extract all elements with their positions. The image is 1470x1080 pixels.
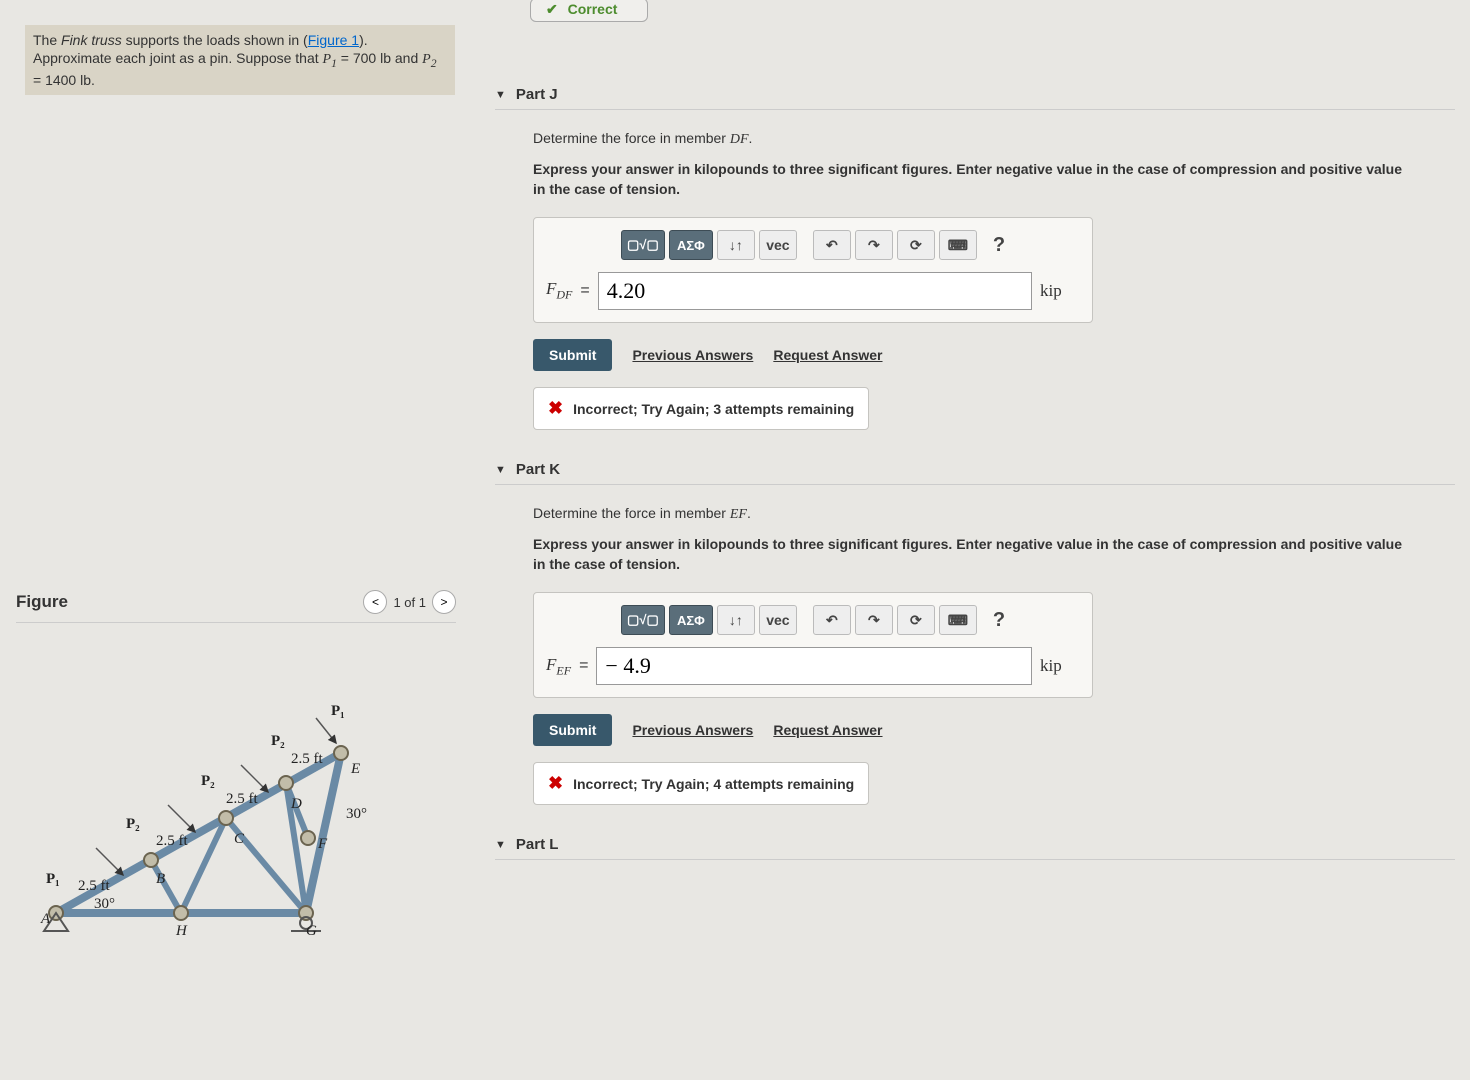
correct-label: Correct (568, 1, 618, 17)
text: The (33, 32, 61, 48)
x-icon: ✖ (548, 398, 563, 419)
undo-button[interactable]: ↶ (813, 230, 851, 260)
greek-button[interactable]: ΑΣΦ (669, 230, 713, 260)
svg-text:D: D (290, 796, 302, 812)
svg-text:2.5 ft: 2.5 ft (156, 833, 188, 849)
svg-text:2.5 ft: 2.5 ft (226, 791, 258, 807)
text: supports the loads shown in ( (122, 32, 308, 48)
svg-text:2.5 ft: 2.5 ft (78, 878, 110, 894)
svg-text:C: C (234, 831, 245, 847)
part-l-header[interactable]: ▼ Part L (495, 830, 1455, 860)
part-k-block: ▼ Part K Determine the force in member E… (495, 455, 1455, 805)
caret-down-icon: ▼ (495, 839, 506, 851)
feedback-box: ✖ Incorrect; Try Again; 3 attempts remai… (533, 387, 869, 430)
figure-panel: Figure < 1 of 1 > (16, 590, 456, 948)
part-k-header[interactable]: ▼ Part K (495, 455, 1455, 485)
request-answer-link[interactable]: Request Answer (773, 722, 882, 738)
math-toolbar: ▢√▢ ΑΣΦ ↓↑ vec ↶ ↷ ⟳ ⌨ ? (546, 605, 1080, 635)
svg-text:P₁: P₁ (46, 871, 60, 887)
equals: = (579, 657, 588, 675)
feedback-text: Incorrect; Try Again; 3 attempts remaini… (573, 401, 854, 417)
answer-input[interactable] (596, 647, 1032, 685)
svg-text:2.5 ft: 2.5 ft (291, 751, 323, 767)
unit-label: kip (1040, 281, 1080, 301)
help-icon[interactable]: ? (993, 609, 1005, 632)
math: P2 (422, 52, 436, 67)
text: = 700 lb and (337, 50, 422, 66)
prompt: Determine the force in member DF. (533, 130, 1450, 148)
svg-text:E: E (350, 761, 360, 777)
undo-button[interactable]: ↶ (813, 605, 851, 635)
correct-status-badge: Correct (530, 0, 648, 22)
part-title: Part K (516, 461, 560, 478)
help-icon[interactable]: ? (993, 234, 1005, 257)
previous-answers-link[interactable]: Previous Answers (632, 722, 753, 738)
svg-text:A: A (40, 911, 51, 927)
pager-label: 1 of 1 (393, 595, 426, 610)
svg-text:B: B (156, 871, 165, 887)
equals: = (580, 282, 589, 300)
submit-button[interactable]: Submit (533, 339, 612, 371)
problem-statement: The Fink truss supports the loads shown … (25, 25, 455, 95)
prompt: Determine the force in member EF. (533, 505, 1450, 523)
truss-diagram: P₁ P₂ P₂ P₂ P₁ 2.5 ft 2.5 ft 2.5 ft 2.5 … (16, 683, 396, 943)
keyboard-button[interactable]: ⌨ (939, 605, 977, 635)
svg-text:P₂: P₂ (126, 816, 140, 832)
caret-down-icon: ▼ (495, 89, 506, 101)
svg-text:P₂: P₂ (271, 733, 285, 749)
redo-button[interactable]: ↷ (855, 605, 893, 635)
answer-widget: ▢√▢ ΑΣΦ ↓↑ vec ↶ ↷ ⟳ ⌨ ? FDF = kip (533, 217, 1093, 323)
unit-label: kip (1040, 656, 1080, 676)
greek-button[interactable]: ΑΣΦ (669, 605, 713, 635)
figure-link[interactable]: Figure 1 (308, 32, 359, 48)
answer-widget: ▢√▢ ΑΣΦ ↓↑ vec ↶ ↷ ⟳ ⌨ ? FEF = kip (533, 592, 1093, 698)
italic-term: Fink truss (61, 32, 122, 48)
svg-text:F: F (317, 836, 328, 852)
subscript-button[interactable]: ↓↑ (717, 605, 755, 635)
next-figure-button[interactable]: > (432, 590, 456, 614)
reset-button[interactable]: ⟳ (897, 605, 935, 635)
reset-button[interactable]: ⟳ (897, 230, 935, 260)
svg-text:P₂: P₂ (201, 773, 215, 789)
submit-button[interactable]: Submit (533, 714, 612, 746)
variable-label: FEF (546, 655, 571, 678)
request-answer-link[interactable]: Request Answer (773, 347, 882, 363)
subscript-button[interactable]: ↓↑ (717, 230, 755, 260)
svg-text:G: G (306, 923, 317, 939)
part-l-block: ▼ Part L (495, 830, 1455, 860)
vec-button[interactable]: vec (759, 230, 797, 260)
x-icon: ✖ (548, 773, 563, 794)
vec-button[interactable]: vec (759, 605, 797, 635)
part-j-block: ▼ Part J Determine the force in member D… (495, 80, 1455, 430)
keyboard-button[interactable]: ⌨ (939, 230, 977, 260)
svg-text:30°: 30° (94, 896, 115, 912)
prev-figure-button[interactable]: < (363, 590, 387, 614)
previous-answers-link[interactable]: Previous Answers (632, 347, 753, 363)
templates-button[interactable]: ▢√▢ (621, 605, 665, 635)
redo-button[interactable]: ↷ (855, 230, 893, 260)
answer-input[interactable] (598, 272, 1032, 310)
part-j-header[interactable]: ▼ Part J (495, 80, 1455, 110)
feedback-box: ✖ Incorrect; Try Again; 4 attempts remai… (533, 762, 869, 805)
templates-button[interactable]: ▢√▢ (621, 230, 665, 260)
svg-text:P₁: P₁ (331, 703, 345, 719)
svg-text:30°: 30° (346, 806, 367, 822)
figure-pager: < 1 of 1 > (363, 590, 456, 614)
math: P1 (323, 52, 337, 67)
text: = 1400 lb. (33, 72, 95, 88)
instruction: Express your answer in kilopounds to thr… (533, 535, 1413, 574)
part-title: Part L (516, 836, 559, 853)
figure-title: Figure (16, 592, 68, 612)
instruction: Express your answer in kilopounds to thr… (533, 160, 1413, 199)
svg-text:H: H (175, 923, 188, 939)
feedback-text: Incorrect; Try Again; 4 attempts remaini… (573, 776, 854, 792)
caret-down-icon: ▼ (495, 464, 506, 476)
part-title: Part J (516, 86, 558, 103)
math-toolbar: ▢√▢ ΑΣΦ ↓↑ vec ↶ ↷ ⟳ ⌨ ? (546, 230, 1080, 260)
variable-label: FDF (546, 279, 572, 302)
